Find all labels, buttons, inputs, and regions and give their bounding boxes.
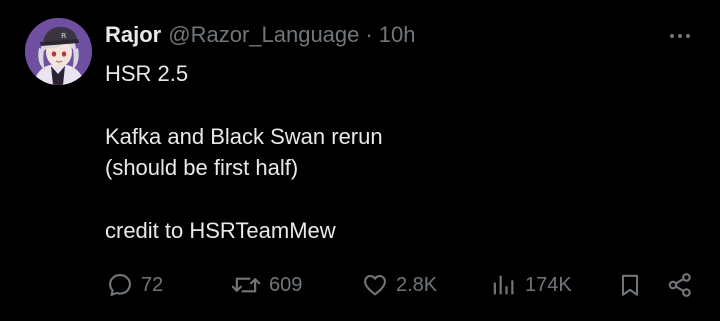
avatar[interactable]: R	[25, 18, 92, 85]
repost-icon	[231, 277, 261, 293]
tweet[interactable]: R Rajor @Razor_Language · 10h HSR 2.5 Ka…	[0, 0, 720, 321]
post-text: HSR 2.5 Kafka and Black Swan rerun (shou…	[105, 58, 383, 246]
repost-button[interactable]: 609	[230, 268, 302, 302]
reply-count: 72	[141, 273, 164, 296]
post-line: credit to HSRTeamMew	[105, 217, 336, 243]
heart-icon	[364, 274, 386, 296]
svg-text:R: R	[61, 32, 67, 40]
post-line	[105, 89, 383, 120]
share-button[interactable]	[666, 268, 694, 302]
post-line: Kafka and Black Swan rerun	[105, 123, 383, 149]
views-count: 174K	[525, 273, 572, 296]
post-header: Rajor @Razor_Language · 10h	[105, 20, 415, 50]
like-button[interactable]: 2.8K	[361, 268, 437, 302]
share-icon	[668, 273, 691, 297]
views-button[interactable]: 174K	[490, 268, 572, 302]
user-handle[interactable]: @Razor_Language	[168, 20, 359, 50]
post-time[interactable]: 10h	[379, 20, 416, 50]
bookmark-icon	[621, 274, 639, 296]
post-line: HSR 2.5	[105, 61, 189, 86]
action-bar: 72 609 2.8K 174K	[0, 268, 720, 302]
bookmark-button[interactable]	[617, 268, 643, 302]
reply-button[interactable]: 72	[106, 268, 163, 302]
display-name[interactable]: Rajor	[105, 20, 161, 50]
more-icon[interactable]	[664, 24, 696, 48]
anime-avatar-icon: R	[25, 18, 92, 85]
like-count: 2.8K	[396, 273, 438, 296]
reply-icon	[109, 274, 131, 296]
repost-count: 609	[269, 273, 303, 296]
views-icon	[493, 275, 514, 295]
post-line: (should be first half)	[105, 155, 299, 181]
post-line	[105, 184, 383, 215]
separator-dot: ·	[365, 22, 373, 47]
